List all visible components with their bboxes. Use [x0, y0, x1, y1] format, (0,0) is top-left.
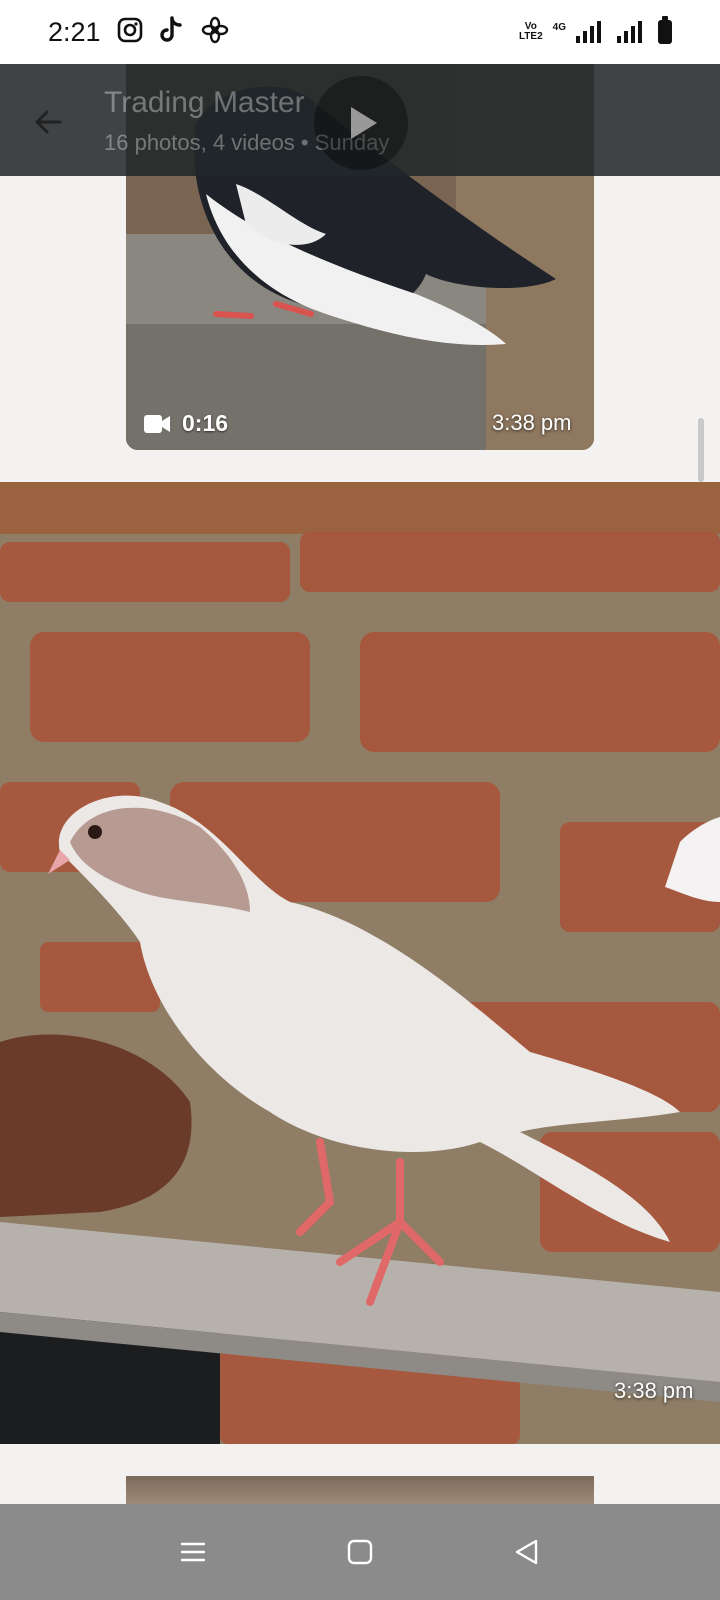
pinwheel-icon	[201, 16, 229, 49]
instagram-icon	[117, 17, 143, 48]
photo-message-image[interactable]	[0, 482, 720, 1444]
recent-apps-icon	[181, 1542, 206, 1562]
chat-media-toolbar: Trading Master 16 photos, 4 videos • Sun…	[0, 64, 720, 176]
status-time: 2:21	[48, 16, 101, 47]
recent-apps-button[interactable]	[163, 1522, 223, 1582]
next-media-thumbnail[interactable]	[126, 1476, 594, 1504]
arrow-left-icon	[35, 110, 62, 134]
video-timestamp: 3:38 pm	[492, 410, 572, 435]
video-duration: 0:16	[182, 410, 229, 436]
back-triangle-icon	[515, 1539, 537, 1565]
tiktok-icon	[159, 15, 185, 49]
video-duration-badge: 0:16	[144, 410, 228, 437]
pigeon-photo	[0, 482, 720, 1444]
photo-timestamp: 3:38 pm	[614, 1378, 694, 1403]
system-navigation-bar	[0, 1504, 720, 1600]
network-type-label: 4G	[552, 22, 566, 33]
signal-strength-sim1-icon	[576, 21, 601, 43]
signal-strength-sim2-icon	[617, 21, 642, 43]
back-nav-button[interactable]	[497, 1522, 557, 1582]
status-indicators: Vo LTE2 4G	[519, 16, 672, 44]
volte-line2: LTE2	[518, 31, 543, 42]
home-icon	[347, 1539, 373, 1565]
video-camera-icon	[144, 414, 170, 433]
back-button[interactable]	[22, 96, 74, 148]
volte-indicator: Vo LTE2	[519, 22, 543, 42]
home-button[interactable]	[330, 1522, 390, 1582]
chat-title[interactable]: Trading Master	[104, 86, 305, 120]
play-video-button[interactable]	[314, 76, 408, 170]
status-bar: 2:21 Vo LTE2 4G	[0, 0, 720, 64]
scroll-indicator[interactable]	[698, 418, 704, 482]
battery-icon	[658, 16, 672, 44]
status-app-icons	[117, 15, 229, 49]
play-icon	[351, 107, 377, 139]
